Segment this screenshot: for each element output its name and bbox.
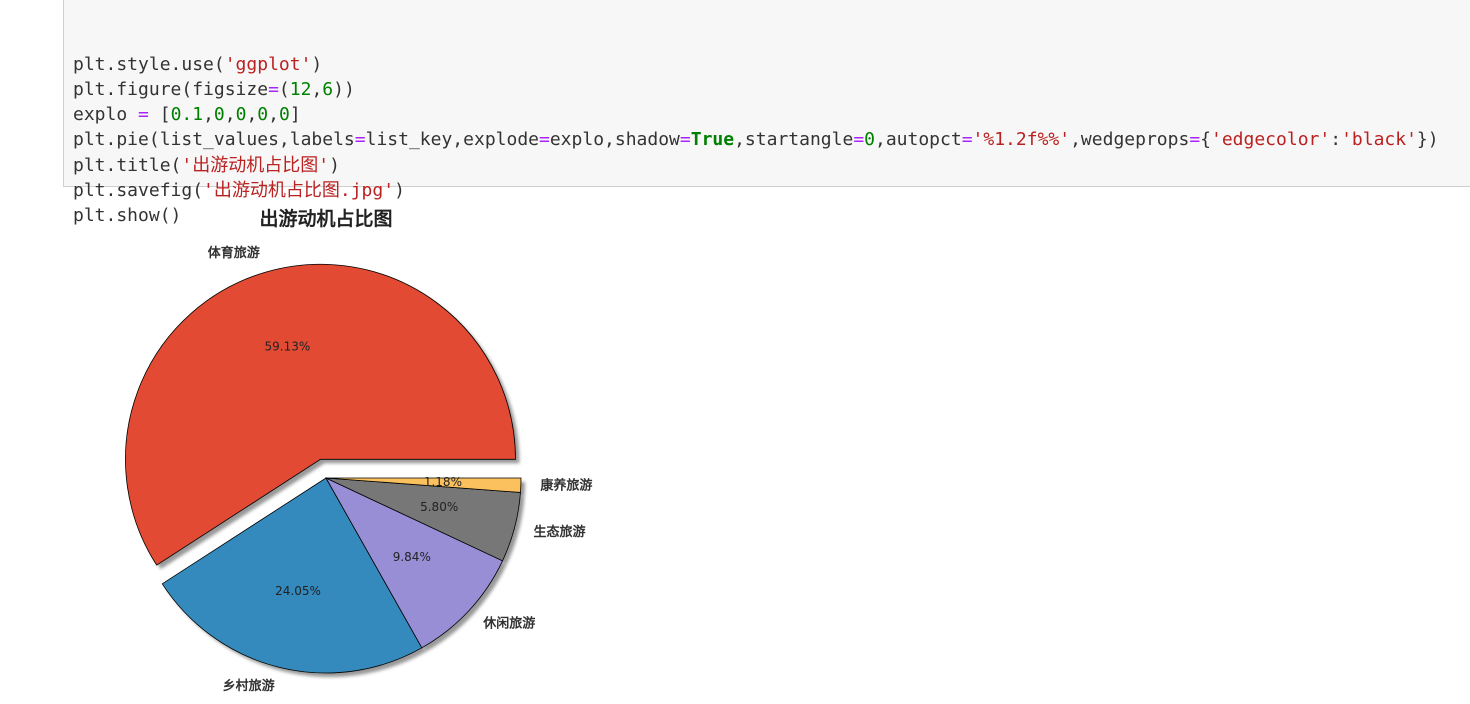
code-token: ,: [224, 104, 236, 126]
code-token: [: [148, 104, 171, 126]
code-token: 6: [322, 78, 334, 100]
code-token: }): [1416, 129, 1439, 151]
code-token: ,: [203, 104, 214, 126]
code-token: ,: [246, 104, 258, 126]
code-token: 12: [289, 78, 312, 100]
code-token: =: [1189, 129, 1201, 151]
code-token: ,autopct: [875, 129, 962, 151]
code-token: '出游动机占比图': [181, 154, 330, 176]
code-token: plt.figure(figsize: [73, 78, 269, 100]
code-line: explo = [0.1,0,0,0,0]: [73, 102, 1470, 127]
code-token: ): [329, 154, 340, 176]
output-area: 出游动机占比图 体育旅游 59.13% 乡村旅游 24.05% 休闲旅游 9.84% 生态旅…: [70, 196, 690, 704]
code-token: =: [679, 129, 691, 151]
code-token: )): [333, 78, 355, 100]
pie-category-label: 体育旅游: [208, 245, 260, 261]
code-token: ,wedgeprops: [1070, 129, 1190, 151]
code-token: explo: [73, 104, 139, 126]
code-token: =: [853, 129, 865, 151]
code-token: 'edgecolor': [1211, 129, 1331, 151]
code-token: plt.style.use(: [73, 53, 225, 75]
code-token: {: [1200, 129, 1211, 151]
code-token: 0: [278, 104, 290, 126]
code-token: ,: [268, 104, 279, 126]
pie-percent-label: 24.05%: [275, 584, 321, 598]
code-token: ,startangle: [734, 129, 854, 151]
code-token: 0: [864, 129, 875, 151]
pie-wedge-layer: [125, 263, 522, 674]
code-token: =: [354, 129, 366, 151]
code-token: =: [138, 104, 149, 126]
pie-category-label: 康养旅游: [540, 477, 592, 493]
pie-chart: 出游动机占比图 体育旅游 59.13% 乡村旅游 24.05% 休闲旅游 9.84% 生态旅…: [125, 207, 592, 694]
code-token: 'ggplot': [224, 53, 312, 75]
code-line: plt.style.use('ggplot'): [73, 52, 1470, 77]
code-token: ): [311, 53, 323, 75]
code-token: 'black': [1341, 129, 1417, 151]
pie-percent-label: 59.13%: [264, 340, 310, 354]
code-cell[interactable]: plt.style.use('ggplot') plt.figure(figsiz…: [63, 0, 1470, 226]
code-line: plt.figure(figsize=(12,6)): [73, 77, 1470, 102]
pie-category-label: 休闲旅游: [482, 615, 535, 631]
code-token: ,: [311, 78, 323, 100]
pie-percent-label: 5.80%: [420, 500, 458, 514]
code-token: ]: [289, 104, 301, 126]
code-line: plt.title('出游动机占比图'): [73, 153, 1470, 178]
pie-category-label: 乡村旅游: [223, 678, 275, 694]
code-token: :: [1330, 129, 1342, 151]
code-token: plt.title(: [73, 154, 182, 176]
code-token: =: [268, 78, 279, 100]
code-token: plt.pie(list_values,labels: [73, 129, 355, 151]
code-line: plt.pie(list_values,labels=list_key,expl…: [73, 127, 1470, 152]
chart-title: 出游动机占比图: [259, 207, 392, 230]
pie-percent-label: 9.84%: [393, 550, 431, 564]
code-token: list_key,explode: [365, 129, 539, 151]
code-token: True: [690, 129, 735, 151]
code-token: =: [539, 129, 550, 151]
code-token: '%1.2f%%': [972, 129, 1071, 151]
code-token: 0: [257, 104, 269, 126]
pie-percent-label: 1.18%: [424, 475, 462, 489]
code-token: explo,shadow: [549, 129, 680, 151]
code-token: (: [278, 78, 290, 100]
code-token: 0.1: [170, 104, 204, 126]
pie-category-label: 生态旅游: [533, 524, 585, 540]
code-token: =: [961, 129, 973, 151]
code-token: 0: [235, 104, 247, 126]
code-token: 0: [213, 104, 225, 126]
